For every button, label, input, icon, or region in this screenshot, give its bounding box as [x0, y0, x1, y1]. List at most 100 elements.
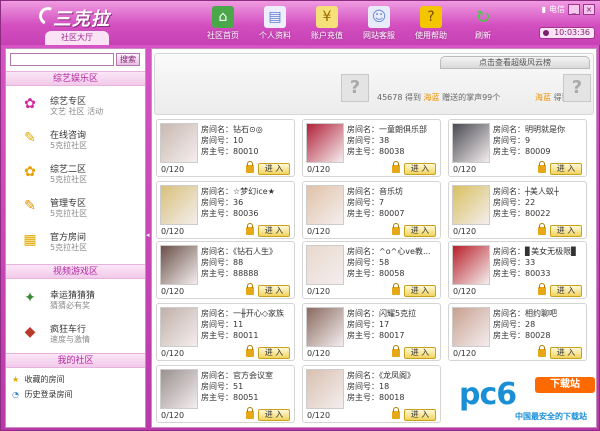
lock-icon	[392, 223, 400, 235]
enter-room-button[interactable]: 进 入	[258, 225, 290, 237]
room-card[interactable]: 房间名：^o^心ve教... 房间号：58 房主号：80058 0/120 进 入	[302, 241, 441, 299]
history-icon: ◔	[12, 390, 19, 399]
enter-room-button[interactable]: 进 入	[404, 285, 436, 297]
room-thumbnail	[160, 185, 198, 225]
nav-label: 个人资料	[259, 31, 291, 40]
enter-room-button[interactable]: 进 入	[550, 347, 582, 359]
close-button[interactable]: ×	[583, 4, 595, 15]
room-owner: 房主号：80018	[347, 393, 405, 402]
lobby-tab[interactable]: 社区大厅	[45, 31, 109, 45]
leaderboard-sender: 海蓝	[423, 93, 440, 102]
room-card[interactable]: 房间名：音乐坊 房间号：7 房主号：80007 0/120 进 入	[302, 181, 441, 239]
room-number: 房间号：33	[493, 258, 536, 267]
sidebar-item-variety-two[interactable]: ✿ 综艺二区 5克拉社区	[6, 157, 145, 187]
room-thumbnail	[306, 307, 344, 347]
nav-refresh[interactable]: ↻ 刷新	[457, 3, 509, 43]
room-number: 房间号：11	[201, 320, 244, 329]
room-number: 房间号：22	[493, 198, 536, 207]
room-card[interactable]: 房间名：官方会议室 房间号：51 房主号：80051 0/120 进 入	[156, 365, 295, 423]
room-owner: 房主号：80051	[201, 393, 259, 402]
lock-icon	[392, 345, 400, 357]
sidebar-item-crazy-car[interactable]: ◆ 疯狂车行 速度与激情	[6, 317, 145, 347]
nav-label: 账户充值	[311, 31, 343, 40]
search-button[interactable]: 搜索	[116, 53, 140, 66]
consult-icon: ✎	[24, 130, 36, 146]
enter-room-button[interactable]: 进 入	[404, 163, 436, 175]
room-card[interactable]: 房间名：┼美人蚁┼ 房间号：22 房主号：80022 0/120 进 入	[448, 181, 587, 239]
pc6-watermark: pc6 下载站 中国最安全的下载站	[459, 371, 599, 429]
room-owner: 房主号：80022	[493, 209, 551, 218]
room-occupancy: 0/120	[161, 165, 185, 174]
enter-room-button[interactable]: 进 入	[404, 409, 436, 421]
lock-icon	[246, 345, 254, 357]
sidebar-item-lucky-guess[interactable]: ✦ 幸运猜猜猜 猜猜必有奖	[6, 283, 145, 313]
enter-room-button[interactable]: 进 入	[550, 285, 582, 297]
room-card[interactable]: 房间名：《龙凤阁》 房间号：18 房主号：80018 0/120 进 入	[302, 365, 441, 423]
sidebar-item-manage[interactable]: ✎ 管理专区 5克拉社区	[6, 191, 145, 221]
nav-home[interactable]: ⌂ 社区首页	[197, 3, 249, 43]
sidebar-item-official-room[interactable]: ▦ 官方房间 5克拉社区	[6, 225, 145, 255]
enter-room-button[interactable]: 进 入	[258, 163, 290, 175]
room-number: 房间号：9	[493, 136, 531, 145]
room-card[interactable]: 房间名：钻石⊙◎ 房间号：10 房主号：80010 0/120 进 入	[156, 119, 295, 177]
room-card[interactable]: 房间名：▊美女无极限▊ 房间号：33 房主号：80033 0/120 进 入	[448, 241, 587, 299]
room-name: 房间名：官方会议室	[201, 371, 273, 380]
lock-icon	[392, 407, 400, 419]
enter-room-button[interactable]: 进 入	[258, 285, 290, 297]
room-thumbnail	[452, 307, 490, 347]
lock-icon	[246, 407, 254, 419]
collapse-sidebar-icon[interactable]: ◂	[146, 231, 150, 243]
lock-icon	[538, 161, 546, 173]
room-occupancy: 0/120	[307, 349, 331, 358]
room-name: 房间名：钻石⊙◎	[201, 125, 263, 134]
room-card[interactable]: 房间名：一童朗俱乐部 房间号：38 房主号：80038 0/120 进 入	[302, 119, 441, 177]
nav-profile[interactable]: ▤ 个人资料	[249, 3, 301, 43]
room-occupancy: 0/120	[307, 165, 331, 174]
lock-icon	[538, 345, 546, 357]
room-name: 房间名：闪耀5克拉	[347, 309, 417, 318]
nav-help[interactable]: ? 使用帮助	[405, 3, 457, 43]
leaderboard-tab[interactable]: 点击查看超级风云榜	[440, 56, 590, 69]
room-owner: 房主号：80028	[493, 331, 551, 340]
room-owner: 房主号：80009	[493, 147, 551, 156]
room-card[interactable]: 房间名：明明就是你 房间号：9 房主号：80009 0/120 进 入	[448, 119, 587, 177]
sidebar-item-variety[interactable]: ✿ 综艺专区 文艺 社区 活动	[6, 89, 145, 119]
room-number: 房间号：7	[347, 198, 385, 207]
enter-room-button[interactable]: 进 入	[404, 225, 436, 237]
room-number: 房间号：88	[201, 258, 244, 267]
enter-room-button[interactable]: 进 入	[258, 409, 290, 421]
room-thumbnail	[306, 245, 344, 285]
link-history-rooms[interactable]: ◔ 历史登录房间	[12, 389, 73, 400]
room-card[interactable]: 房间名：一╫开心◇家族 房间号：11 房主号：80011 0/120 进 入	[156, 303, 295, 361]
nav-recharge[interactable]: ¥ 账户充值	[301, 3, 353, 43]
enter-room-button[interactable]: 进 入	[550, 225, 582, 237]
nav-service[interactable]: ☺ 网站客服	[353, 3, 405, 43]
enter-room-button[interactable]: 进 入	[258, 347, 290, 359]
room-thumbnail	[160, 369, 198, 409]
sidebar-item-consult[interactable]: ✎ 在线咨询 5克拉社区	[6, 123, 145, 153]
room-card[interactable]: 房间名：相约聊吧 房间号：28 房主号：80028 0/120 进 入	[448, 303, 587, 361]
room-occupancy: 0/120	[307, 227, 331, 236]
clock-icon	[543, 30, 549, 36]
room-thumbnail	[452, 123, 490, 163]
help-icon: ?	[420, 6, 442, 28]
room-name: 房间名：^o^心ve教...	[347, 247, 431, 256]
room-card[interactable]: 房间名：☆梦幻ice★ 房间号：36 房主号：80036 0/120 进 入	[156, 181, 295, 239]
search-input[interactable]	[10, 53, 114, 66]
official-room-icon: ▦	[23, 232, 37, 248]
variety-icon: ✿	[24, 96, 36, 112]
telecom-label: 电信	[549, 5, 565, 14]
room-number: 房间号：28	[493, 320, 536, 329]
minimize-button[interactable]: _	[568, 4, 580, 15]
enter-room-button[interactable]: 进 入	[404, 347, 436, 359]
room-card[interactable]: 房间名：闪耀5克拉 房间号：17 房主号：80017 0/120 进 入	[302, 303, 441, 361]
top-nav: ⌂ 社区首页 ▤ 个人资料 ¥ 账户充值 ☺ 网站客服 ? 使用帮助 ↻ 刷新	[197, 3, 509, 43]
title-bar: 三克拉 社区大厅 ⌂ 社区首页 ▤ 个人资料 ¥ 账户充值 ☺ 网站客服 ? 使…	[1, 1, 600, 45]
leaderboard-amount: 45678	[377, 93, 403, 102]
profile-icon: ▤	[264, 6, 286, 28]
room-card[interactable]: 房间名：《钻石人生》 房间号：88 房主号：88888 0/120 进 入	[156, 241, 295, 299]
lock-icon	[246, 283, 254, 295]
enter-room-button[interactable]: 进 入	[550, 163, 582, 175]
room-name: 房间名：一╫开心◇家族	[201, 309, 284, 318]
link-favorite-rooms[interactable]: ★ 收藏的房间	[12, 374, 65, 385]
